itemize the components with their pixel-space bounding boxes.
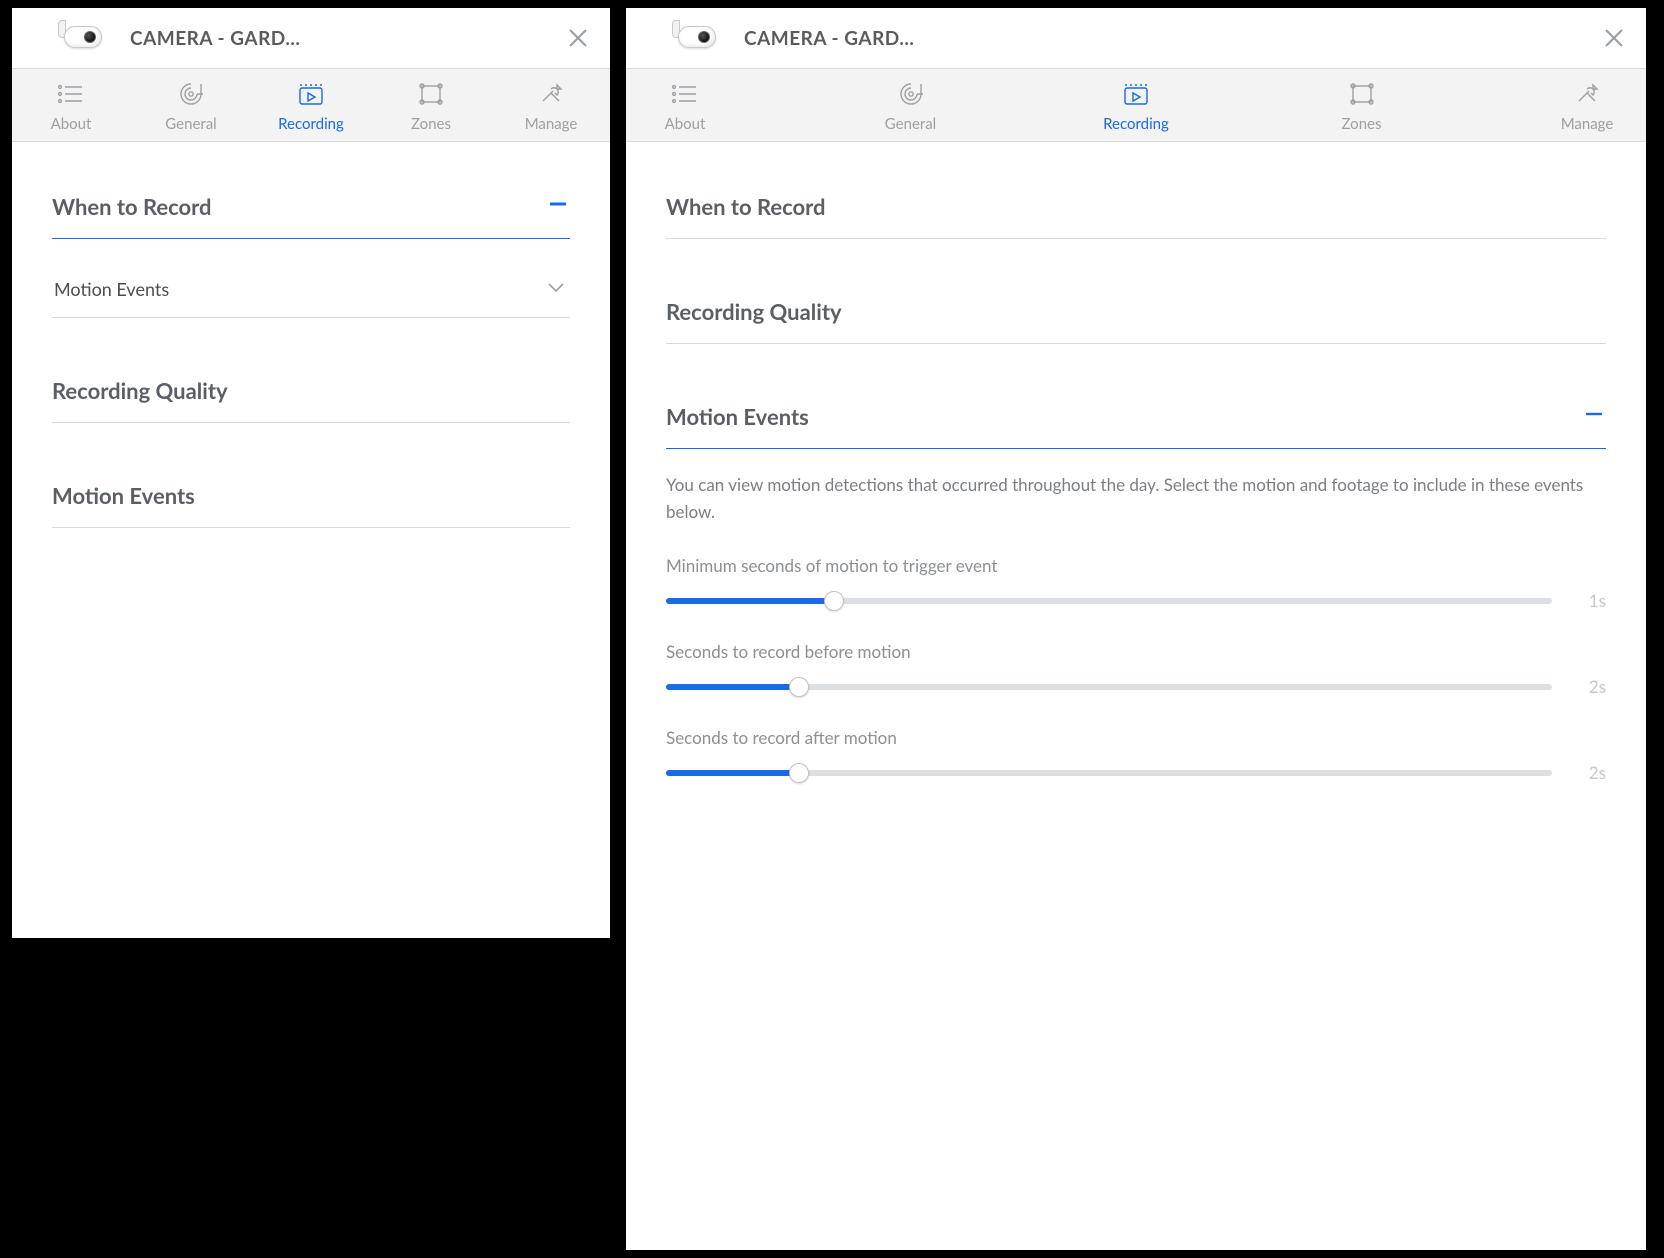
section-title: Recording Quality (52, 377, 228, 404)
tab-recording[interactable]: Recording (276, 79, 346, 133)
section-motion-events: Motion Events (52, 471, 570, 528)
close-icon (1602, 26, 1626, 50)
tab-general[interactable]: General (876, 79, 946, 133)
when-to-record-dropdown[interactable]: Motion Events (52, 263, 570, 318)
slider-track[interactable] (666, 679, 1552, 695)
section-when-to-record: When to Record Motion Events (52, 182, 570, 318)
slider-track[interactable] (666, 765, 1552, 781)
slider-label: Minimum seconds of motion to trigger eve… (666, 555, 1606, 576)
section-header-motion-events[interactable]: Motion Events (666, 392, 1606, 449)
tools-icon (537, 79, 565, 109)
panel-header: CAMERA - GARD... (626, 8, 1646, 69)
section-header-motion-events[interactable]: Motion Events (52, 471, 570, 528)
tab-label: Manage (525, 115, 578, 133)
tab-bar: About General Recording Zones (626, 69, 1646, 142)
recording-icon (297, 79, 325, 109)
collapse-icon (546, 192, 570, 220)
panel: CAMERA - GARD... About General (626, 8, 1646, 1250)
slider-row: 2s (666, 762, 1606, 783)
zones-icon (417, 79, 445, 109)
tab-zones[interactable]: Zones (396, 79, 466, 133)
panel-title: CAMERA - GARD... (130, 27, 300, 50)
slider-before: Seconds to record before motion 2s (666, 641, 1606, 697)
tools-icon (1573, 79, 1601, 109)
tab-label: Zones (411, 115, 451, 133)
tab-manage[interactable]: Manage (1552, 79, 1622, 133)
panel-header: CAMERA - GARD... (12, 8, 610, 69)
panel-right: CAMERA - GARD... About General (626, 8, 1660, 1250)
list-icon (670, 79, 700, 109)
section-motion-events: Motion Events You can view motion detect… (666, 392, 1606, 783)
expand-icon (546, 481, 570, 509)
section-header-recording-quality[interactable]: Recording Quality (666, 287, 1606, 344)
tab-zones[interactable]: Zones (1327, 79, 1397, 133)
slider-track[interactable] (666, 593, 1552, 609)
section-when-to-record: When to Record (666, 182, 1606, 239)
panel: CAMERA - GARD... About General (12, 8, 610, 938)
section-header-recording-quality[interactable]: Recording Quality (52, 366, 570, 423)
slider-after: Seconds to record after motion 2s (666, 727, 1606, 783)
lens-icon (177, 79, 205, 109)
slider-label: Seconds to record before motion (666, 641, 1606, 662)
tab-label: Zones (1342, 115, 1382, 133)
close-button[interactable] (564, 24, 592, 52)
tab-label: About (665, 115, 706, 133)
tab-about[interactable]: About (650, 79, 720, 133)
lens-icon (897, 79, 925, 109)
panel-left: CAMERA - GARD... About General (12, 8, 610, 1250)
slider-value: 1s (1580, 590, 1606, 611)
chevron-down-icon (544, 275, 568, 303)
tab-label: Recording (278, 115, 344, 133)
content: When to Record Recording Quality Motion … (626, 142, 1646, 1250)
slider-min-trigger: Minimum seconds of motion to trigger eve… (666, 555, 1606, 611)
section-title: Motion Events (666, 403, 809, 430)
panel-title: CAMERA - GARD... (744, 27, 914, 50)
close-icon (566, 26, 590, 50)
slider-label: Seconds to record after motion (666, 727, 1606, 748)
tab-label: General (165, 115, 216, 133)
slider-row: 2s (666, 676, 1606, 697)
tab-manage[interactable]: Manage (516, 79, 586, 133)
dropdown-selected: Motion Events (54, 278, 169, 300)
close-button[interactable] (1600, 24, 1628, 52)
recording-icon (1122, 79, 1150, 109)
section-title: When to Record (666, 193, 826, 220)
slider-value: 2s (1580, 676, 1606, 697)
zones-icon (1348, 79, 1376, 109)
section-header-when-to-record[interactable]: When to Record (52, 182, 570, 239)
slider-row: 1s (666, 590, 1606, 611)
section-recording-quality: Recording Quality (52, 366, 570, 423)
collapse-icon (1582, 402, 1606, 430)
tab-about[interactable]: About (36, 79, 106, 133)
expand-icon (1582, 297, 1606, 325)
camera-icon (672, 18, 730, 58)
tab-label: About (51, 115, 92, 133)
motion-events-description: You can view motion detections that occu… (666, 471, 1606, 525)
tab-label: Manage (1561, 115, 1614, 133)
expand-icon (1582, 192, 1606, 220)
tab-label: General (885, 115, 936, 133)
tab-label: Recording (1103, 115, 1169, 133)
slider-value: 2s (1580, 762, 1606, 783)
section-title: Motion Events (52, 482, 195, 509)
tab-bar: About General Recording Zones (12, 69, 610, 142)
list-icon (56, 79, 86, 109)
section-header-when-to-record[interactable]: When to Record (666, 182, 1606, 239)
tab-recording[interactable]: Recording (1101, 79, 1171, 133)
section-title: Recording Quality (666, 298, 842, 325)
section-title: When to Record (52, 193, 212, 220)
expand-icon (546, 376, 570, 404)
section-recording-quality: Recording Quality (666, 287, 1606, 344)
content: When to Record Motion Events Recording Q… (12, 142, 610, 938)
motion-events-body: You can view motion detections that occu… (666, 449, 1606, 783)
tab-general[interactable]: General (156, 79, 226, 133)
camera-icon (58, 18, 116, 58)
